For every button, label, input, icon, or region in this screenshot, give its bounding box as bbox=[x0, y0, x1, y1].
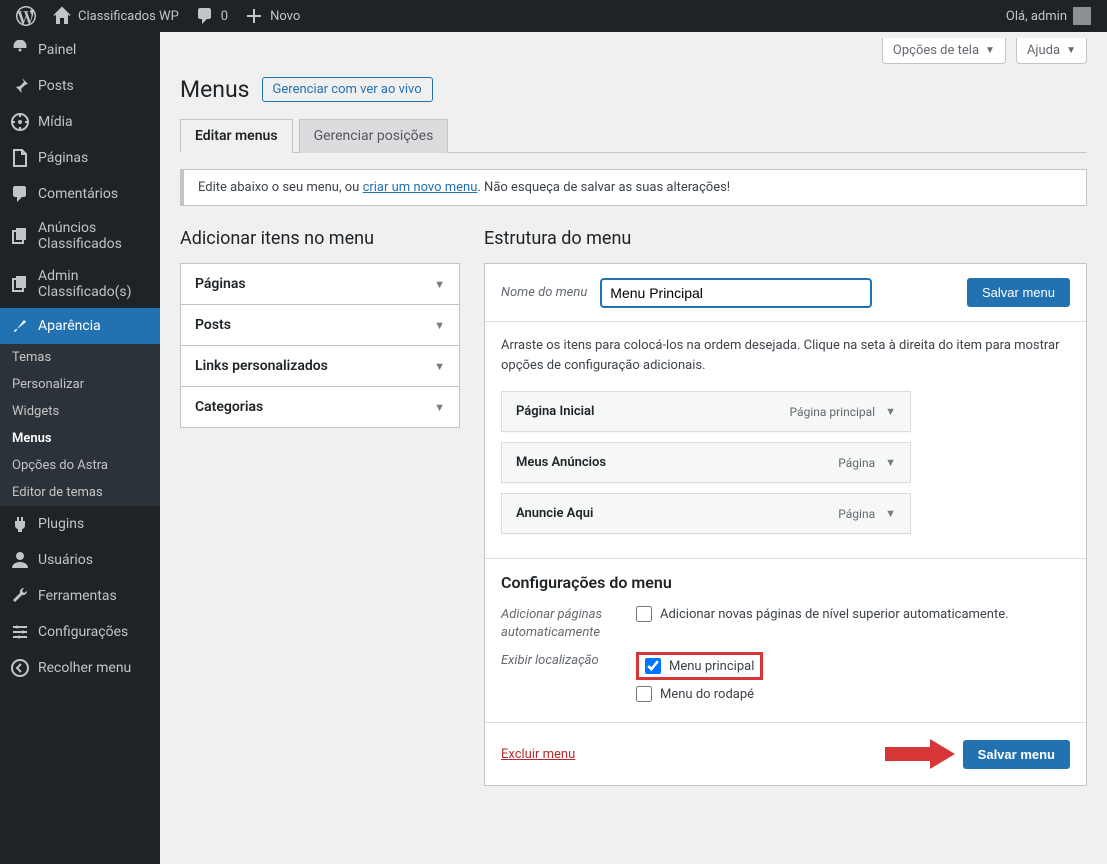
help-button[interactable]: Ajuda ▼ bbox=[1016, 38, 1087, 64]
sidebar-item-appearance[interactable]: Aparência bbox=[0, 308, 160, 344]
sidebar-item-users[interactable]: Usuários bbox=[0, 542, 160, 578]
arrow-annotation-icon bbox=[885, 737, 955, 771]
accordion-pages[interactable]: Páginas▼ bbox=[180, 263, 460, 305]
plus-icon bbox=[244, 6, 264, 26]
page-title: Menus bbox=[180, 76, 250, 103]
collapse-icon bbox=[10, 658, 30, 678]
chevron-down-icon: ▼ bbox=[985, 45, 995, 56]
chevron-down-icon: ▼ bbox=[434, 401, 445, 414]
save-menu-top-button[interactable]: Salvar menu bbox=[967, 278, 1070, 307]
sub-astra[interactable]: Opções do Astra bbox=[0, 452, 160, 479]
new-content-link[interactable]: Novo bbox=[236, 0, 308, 32]
plugin-icon bbox=[10, 514, 30, 534]
comment-icon bbox=[10, 184, 30, 204]
manage-live-button[interactable]: Gerenciar com ver ao vivo bbox=[262, 77, 433, 102]
nav-tabs: Editar menus Gerenciar posições bbox=[180, 119, 1087, 153]
auto-add-label: Adicionar páginas automaticamente bbox=[501, 606, 636, 642]
highlight-primary-location: Menu principal bbox=[636, 652, 763, 680]
save-menu-bottom-button[interactable]: Salvar menu bbox=[963, 740, 1070, 769]
home-icon bbox=[52, 6, 72, 26]
sidebar-item-collapse[interactable]: Recolher menu bbox=[0, 650, 160, 686]
sidebar-item-tools[interactable]: Ferramentas bbox=[0, 578, 160, 614]
media-icon bbox=[10, 112, 30, 132]
accordion-custom-links[interactable]: Links personalizados▼ bbox=[180, 345, 460, 387]
documents-icon bbox=[10, 274, 30, 294]
chevron-down-icon: ▼ bbox=[885, 405, 896, 418]
menu-structure-heading: Estrutura do menu bbox=[484, 228, 1087, 249]
menu-item[interactable]: Página Inicial Página principal▼ bbox=[501, 391, 911, 432]
sidebar-item-plugins[interactable]: Plugins bbox=[0, 506, 160, 542]
user-icon bbox=[10, 550, 30, 570]
chevron-down-icon: ▼ bbox=[1066, 45, 1076, 56]
greeting: Olá, admin bbox=[1006, 9, 1067, 24]
screen-options-button[interactable]: Opções de tela ▼ bbox=[882, 38, 1006, 64]
sidebar-item-posts[interactable]: Posts bbox=[0, 68, 160, 104]
avatar bbox=[1073, 7, 1091, 25]
sub-menus[interactable]: Menus bbox=[0, 425, 160, 452]
site-link[interactable]: Classificados WP bbox=[44, 0, 187, 32]
location-primary-checkbox[interactable] bbox=[645, 658, 661, 674]
accordion-categories[interactable]: Categorias▼ bbox=[180, 386, 460, 428]
auto-add-checkbox[interactable] bbox=[636, 606, 652, 622]
comments-link[interactable]: 0 bbox=[187, 0, 236, 32]
create-new-menu-link[interactable]: criar um novo menu bbox=[363, 180, 478, 195]
sub-widgets[interactable]: Widgets bbox=[0, 398, 160, 425]
menu-name-label: Nome do menu bbox=[501, 285, 587, 300]
comments-count: 0 bbox=[221, 9, 228, 24]
dashboard-icon bbox=[10, 40, 30, 60]
menu-item[interactable]: Meus Anúncios Página▼ bbox=[501, 442, 911, 483]
tab-manage-locations[interactable]: Gerenciar posições bbox=[299, 119, 449, 153]
sidebar-item-admin-classified[interactable]: Admin Classificado(s) bbox=[0, 260, 160, 308]
wrench-icon bbox=[10, 586, 30, 606]
menu-edit-box: Nome do menu Salvar menu Arraste os iten… bbox=[484, 263, 1087, 786]
sidebar-item-media[interactable]: Mídia bbox=[0, 104, 160, 140]
add-items-heading: Adicionar itens no menu bbox=[180, 228, 460, 249]
menu-item[interactable]: Anuncie Aqui Página▼ bbox=[501, 493, 911, 534]
sliders-icon bbox=[10, 622, 30, 642]
delete-menu-link[interactable]: Excluir menu bbox=[501, 747, 575, 762]
new-label: Novo bbox=[270, 9, 300, 24]
appearance-submenu: Temas Personalizar Widgets Menus Opções … bbox=[0, 344, 160, 506]
display-location-label: Exibir localização bbox=[501, 652, 636, 670]
sidebar-item-comments[interactable]: Comentários bbox=[0, 176, 160, 212]
edit-notice: Edite abaixo o seu menu, ou criar um nov… bbox=[180, 169, 1087, 206]
location-footer-checkbox[interactable] bbox=[636, 686, 652, 702]
chevron-down-icon: ▼ bbox=[434, 319, 445, 332]
comment-icon bbox=[195, 6, 215, 26]
sidebar-item-pages[interactable]: Páginas bbox=[0, 140, 160, 176]
chevron-down-icon: ▼ bbox=[434, 278, 445, 291]
admin-bar: Classificados WP 0 Novo Olá, admin bbox=[0, 0, 1107, 32]
page-icon bbox=[10, 148, 30, 168]
sub-customize[interactable]: Personalizar bbox=[0, 371, 160, 398]
menu-settings-heading: Configurações do menu bbox=[501, 573, 1070, 592]
accordion-posts[interactable]: Posts▼ bbox=[180, 304, 460, 346]
sub-editor[interactable]: Editor de temas bbox=[0, 479, 160, 506]
main-content: Opções de tela ▼ Ajuda ▼ Menus Gerenciar… bbox=[160, 32, 1107, 864]
sidebar-item-settings[interactable]: Configurações bbox=[0, 614, 160, 650]
sidebar-item-dashboard[interactable]: Painel bbox=[0, 32, 160, 68]
sidebar-item-classified-ads[interactable]: Anúncios Classificados bbox=[0, 212, 160, 260]
account-link[interactable]: Olá, admin bbox=[998, 0, 1099, 32]
admin-sidebar: Painel Posts Mídia Páginas Comentários A… bbox=[0, 32, 160, 864]
brush-icon bbox=[10, 316, 30, 336]
site-title: Classificados WP bbox=[78, 9, 179, 24]
documents-icon bbox=[10, 226, 30, 246]
tab-edit-menus[interactable]: Editar menus bbox=[180, 119, 293, 153]
menu-instructions: Arraste os itens para colocá-los na orde… bbox=[501, 336, 1070, 375]
wordpress-icon bbox=[16, 6, 36, 26]
chevron-down-icon: ▼ bbox=[434, 360, 445, 373]
menu-name-input[interactable] bbox=[601, 279, 871, 307]
chevron-down-icon: ▼ bbox=[885, 456, 896, 469]
chevron-down-icon: ▼ bbox=[885, 507, 896, 520]
pin-icon bbox=[10, 76, 30, 96]
sub-themes[interactable]: Temas bbox=[0, 344, 160, 371]
wp-logo[interactable] bbox=[8, 0, 44, 32]
